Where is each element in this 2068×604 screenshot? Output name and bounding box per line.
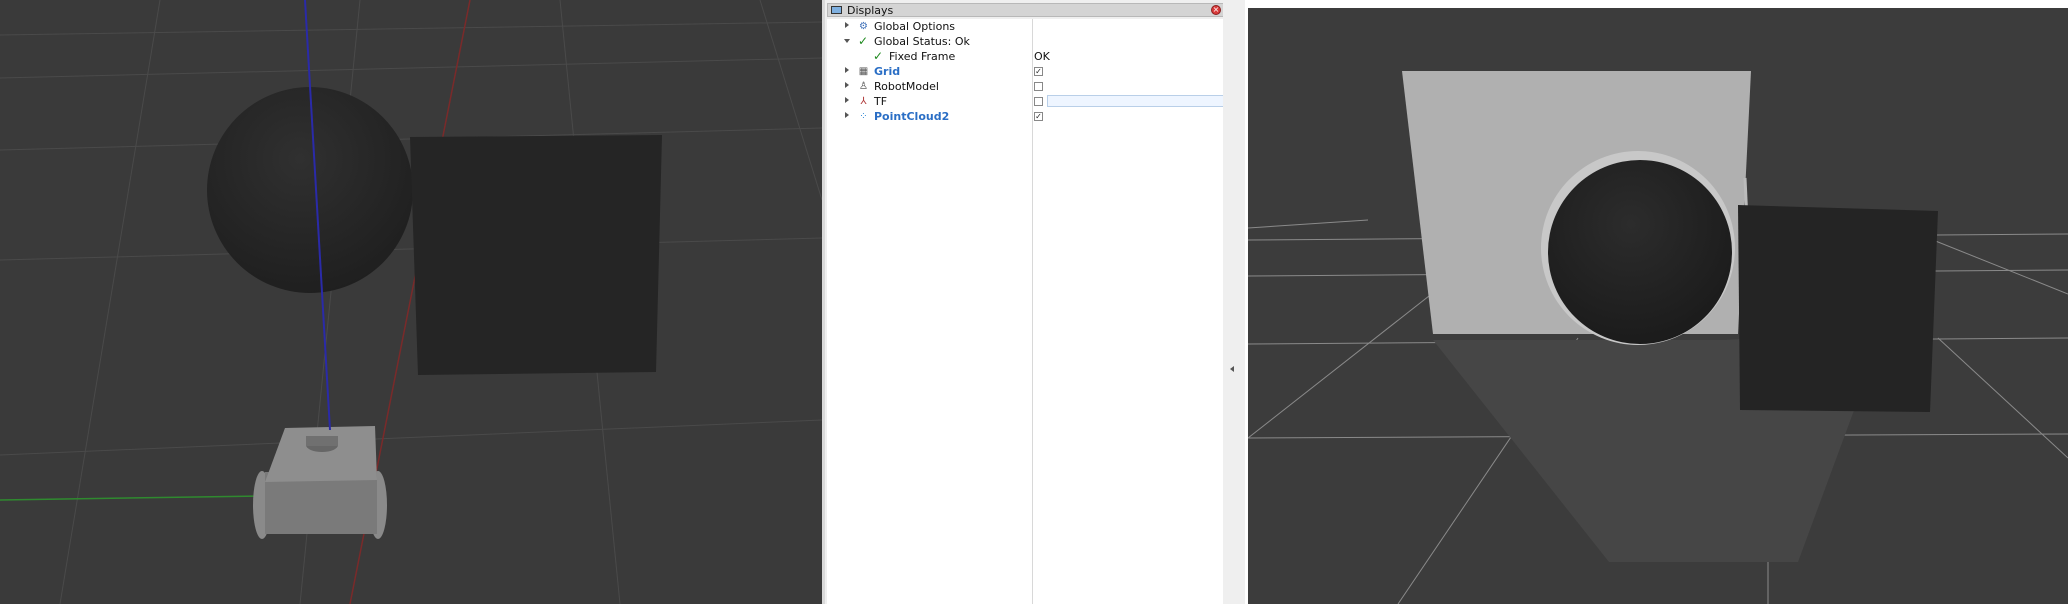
panel-splitter[interactable] — [1223, 0, 1245, 604]
box-pointcloud — [1738, 205, 1938, 412]
tree-row-fixed-frame[interactable]: ✓ Fixed Frame OK — [827, 49, 1225, 64]
check-icon: ✓ — [858, 34, 869, 48]
robot-model-enable-checkbox[interactable] — [1034, 82, 1043, 91]
y-axis-line — [0, 495, 261, 501]
tree-item-label: Fixed Frame — [889, 50, 956, 63]
check-icon: ✓ — [873, 49, 884, 63]
tree-item-label: RobotModel — [874, 80, 939, 93]
tree-item-label: TF — [874, 95, 888, 108]
displays-panel: Displays × ⚙ Global Options ✓ Global Sta… — [822, 0, 1225, 604]
displays-tree: ⚙ Global Options ✓ Global Status: Ok ✓ F… — [827, 19, 1225, 604]
tree-item-label: Grid — [874, 65, 901, 78]
gear-icon: ⚙ — [859, 21, 868, 32]
sphere-object — [207, 87, 413, 293]
grid-icon: ▦ — [858, 66, 869, 77]
pointcloud2-enable-checkbox[interactable]: ✓ — [1034, 112, 1043, 121]
tree-row-global-status[interactable]: ✓ Global Status: Ok — [827, 34, 1225, 49]
expand-arrow-icon[interactable] — [845, 97, 849, 103]
ground-grid — [0, 0, 822, 604]
expand-arrow-icon[interactable] — [845, 82, 849, 88]
status-value: OK — [1034, 50, 1050, 63]
close-icon[interactable]: × — [1211, 5, 1221, 15]
panel-title: Displays — [847, 4, 894, 17]
sphere-pointcloud — [1548, 160, 1732, 344]
robot-icon: ♙ — [859, 81, 868, 92]
collapse-left-arrow-icon[interactable] — [1230, 366, 1234, 372]
monitor-icon — [831, 6, 842, 14]
expand-arrow-icon[interactable] — [845, 112, 849, 118]
tf-enable-checkbox[interactable] — [1034, 97, 1043, 106]
tree-row-pointcloud2[interactable]: ⁘ PointCloud2 ✓ — [827, 109, 1225, 124]
rviz-3d-viewport[interactable] — [1248, 8, 2068, 604]
pointcloud-icon: ⁘ — [859, 111, 868, 122]
grid-enable-checkbox[interactable]: ✓ — [1034, 67, 1043, 76]
rviz-scene — [1248, 71, 2068, 604]
box-object — [410, 135, 662, 375]
tree-item-label: Global Status: Ok — [874, 35, 970, 48]
tree-row-robot-model[interactable]: ♙ RobotModel — [827, 79, 1225, 94]
displays-panel-header[interactable]: Displays × — [827, 3, 1224, 17]
tree-item-label: PointCloud2 — [874, 110, 950, 123]
tree-item-label: Global Options — [874, 20, 956, 33]
gazebo-3d-viewport[interactable] — [0, 0, 822, 604]
tf-axes-icon: ⅄ — [860, 96, 867, 107]
tree-row-tf[interactable]: ⅄ TF — [827, 94, 1225, 109]
tree-row-global-options[interactable]: ⚙ Global Options — [827, 19, 1225, 34]
collapse-arrow-icon[interactable] — [844, 39, 850, 43]
expand-arrow-icon[interactable] — [845, 22, 849, 28]
tf-value-field[interactable] — [1047, 95, 1225, 107]
tree-row-grid[interactable]: ▦ Grid ✓ — [827, 64, 1225, 79]
gazebo-scene — [0, 0, 822, 604]
expand-arrow-icon[interactable] — [845, 67, 849, 73]
